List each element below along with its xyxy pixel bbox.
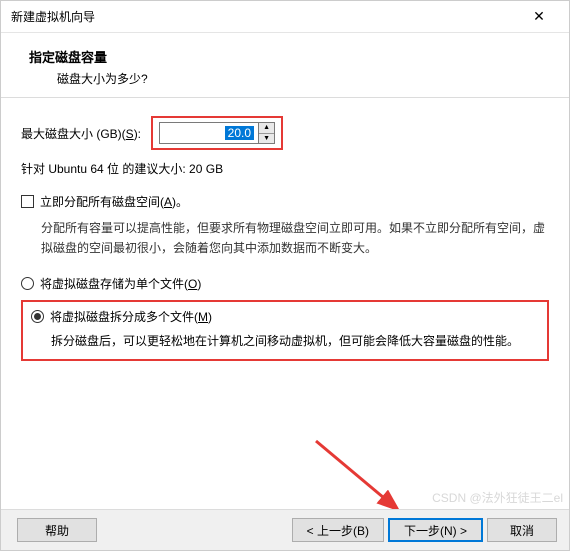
highlight-box-disk-size: 20.0 ▲ ▼	[151, 116, 283, 150]
max-disk-row: 最大磁盘大小 (GB)(S): 20.0 ▲ ▼	[21, 116, 549, 150]
allocate-now-label[interactable]: 立即分配所有磁盘空间(A)。	[40, 193, 188, 210]
spinner-down-icon[interactable]: ▼	[259, 134, 274, 144]
allocate-now-checkbox[interactable]	[21, 195, 34, 208]
page-title: 指定磁盘容量	[29, 47, 549, 66]
spinner-buttons: ▲ ▼	[259, 122, 275, 144]
content-area: 最大磁盘大小 (GB)(S): 20.0 ▲ ▼ 针对 Ubuntu 64 位 …	[1, 98, 569, 361]
watermark-text: CSDN @法外狂徒王二el	[432, 489, 563, 506]
split-multiple-files-label[interactable]: 将虚拟磁盘拆分成多个文件(M)	[50, 308, 212, 325]
highlight-box-split-option: 将虚拟磁盘拆分成多个文件(M) 拆分磁盘后，可以更轻松地在计算机之间移动虚拟机，…	[21, 300, 549, 361]
page-subtitle: 磁盘大小为多少?	[57, 70, 549, 87]
next-button[interactable]: 下一步(N) >	[388, 518, 483, 542]
max-disk-input[interactable]: 20.0	[159, 122, 259, 144]
help-button[interactable]: 帮助	[17, 518, 97, 542]
allocate-now-description: 分配所有容量可以提高性能，但要求所有物理磁盘空间立即可用。如果不立即分配所有空间…	[41, 218, 549, 259]
split-multiple-files-radio[interactable]	[31, 310, 44, 323]
close-icon[interactable]: ✕	[519, 1, 559, 33]
spinner-up-icon[interactable]: ▲	[259, 123, 274, 134]
titlebar: 新建虚拟机向导 ✕	[1, 1, 569, 33]
max-disk-label: 最大磁盘大小 (GB)(S):	[21, 125, 141, 142]
allocate-now-checkbox-row: 立即分配所有磁盘空间(A)。	[21, 193, 549, 210]
recommended-size-text: 针对 Ubuntu 64 位 的建议大小: 20 GB	[21, 160, 549, 177]
window-title: 新建虚拟机向导	[11, 8, 95, 25]
back-button[interactable]: < 上一步(B)	[292, 518, 384, 542]
cancel-button[interactable]: 取消	[487, 518, 557, 542]
store-single-file-row: 将虚拟磁盘存储为单个文件(O)	[21, 275, 549, 292]
footer-bar: 帮助 < 上一步(B) 下一步(N) > 取消	[1, 509, 569, 550]
split-description: 拆分磁盘后，可以更轻松地在计算机之间移动虚拟机，但可能会降低大容量磁盘的性能。	[51, 331, 539, 351]
store-single-file-label[interactable]: 将虚拟磁盘存储为单个文件(O)	[40, 275, 201, 292]
store-single-file-radio[interactable]	[21, 277, 34, 290]
wizard-header: 指定磁盘容量 磁盘大小为多少?	[1, 33, 569, 98]
